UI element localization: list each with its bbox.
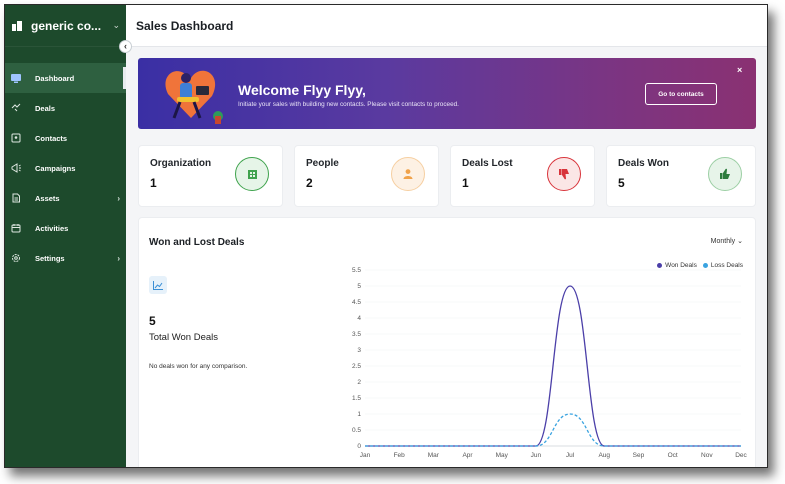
x-tick-label: Jan — [360, 452, 371, 459]
sidebar-item-label: Contacts — [35, 133, 68, 143]
x-tick-label: Sep — [633, 452, 645, 459]
x-tick-label: Jul — [566, 452, 575, 459]
sidebar-nav: Dashboard Deals Contacts Campaigns Asset… — [5, 63, 126, 273]
calendar-icon — [11, 223, 21, 233]
app-window: generic co... ⌄ Dashboard Deals Contacts… — [4, 4, 768, 468]
welcome-banner: Welcome Flyy Flyy, Initiate your sales w… — [138, 58, 756, 129]
total-won-value: 5 — [149, 314, 156, 328]
stat-label: Deals Won — [618, 158, 669, 169]
stat-value: 2 — [306, 176, 313, 190]
stat-value: 5 — [618, 176, 625, 190]
stat-card-organization[interactable]: Organization 1 — [138, 145, 283, 207]
chevron-down-icon: ⌄ — [112, 20, 120, 30]
y-tick-label: 4 — [357, 315, 361, 322]
x-tick-label: Mar — [428, 452, 440, 459]
thumbs-up-icon — [708, 157, 742, 191]
total-won-label: Total Won Deals — [149, 332, 218, 343]
gear-icon — [11, 253, 21, 263]
building-icon — [235, 157, 269, 191]
sidebar-item-activities[interactable]: Activities — [5, 213, 126, 243]
sidebar-item-deals[interactable]: Deals — [5, 93, 126, 123]
x-tick-label: May — [496, 452, 509, 459]
sidebar-item-label: Activities — [35, 223, 69, 233]
period-value: Monthly — [710, 238, 736, 245]
main-content: Welcome Flyy Flyy, Initiate your sales w… — [126, 47, 767, 467]
welcome-illustration — [158, 64, 228, 126]
panel-title: Won and Lost Deals — [149, 237, 245, 248]
y-tick-label: 0.5 — [352, 427, 361, 434]
y-tick-label: 3.5 — [352, 331, 361, 338]
sidebar-item-settings[interactable]: Settings › — [5, 243, 126, 273]
close-icon[interactable]: × — [737, 65, 742, 75]
y-tick-label: 4.5 — [352, 299, 361, 306]
welcome-subtitle: Initiate your sales with building new co… — [238, 101, 459, 108]
sidebar-item-label: Dashboard — [35, 73, 75, 83]
go-to-contacts-button[interactable]: Go to contacts — [645, 83, 717, 105]
x-tick-label: Aug — [598, 452, 610, 459]
sidebar-item-label: Settings — [35, 253, 65, 263]
workspace-name: generic co... — [31, 18, 102, 33]
document-icon — [11, 193, 21, 203]
stat-value: 1 — [150, 176, 157, 190]
stat-value: 1 — [462, 176, 469, 190]
welcome-title: Welcome Flyy Flyy, — [238, 82, 366, 98]
megaphone-icon — [11, 163, 21, 173]
y-tick-label: 5.5 — [352, 267, 361, 274]
won-lost-deals-panel: Won and Lost Deals Monthly ⌄ 5 Total Won… — [138, 217, 756, 467]
stat-card-deals-lost[interactable]: Deals Lost 1 — [450, 145, 595, 207]
workspace-logo-icon — [12, 20, 22, 31]
sidebar-item-dashboard[interactable]: Dashboard — [5, 63, 126, 93]
y-tick-label: 3 — [357, 347, 361, 354]
x-tick-label: Feb — [394, 452, 406, 459]
stat-card-deals-won[interactable]: Deals Won 5 — [606, 145, 756, 207]
won-lost-line-chart: 0 0.5 1 1.5 2 2.5 3 3.5 4 4.5 5 5.5 Jan Feb Mar Apr May J… — [352, 267, 748, 459]
y-tick-label: 5 — [357, 283, 361, 290]
chevron-down-icon: ⌄ — [737, 238, 743, 245]
sidebar-collapse-button[interactable]: ‹ — [119, 40, 132, 53]
thumbs-down-icon — [547, 157, 581, 191]
y-tick-label: 2.5 — [352, 363, 361, 370]
sidebar: generic co... ⌄ Dashboard Deals Contacts… — [5, 5, 126, 467]
handshake-icon — [11, 103, 21, 113]
sidebar-item-label: Campaigns — [35, 163, 76, 173]
sidebar-item-assets[interactable]: Assets › — [5, 183, 126, 213]
person-icon — [391, 157, 425, 191]
y-tick-label: 1 — [357, 411, 361, 418]
sidebar-item-label: Assets — [35, 193, 60, 203]
x-tick-label: Oct — [668, 452, 678, 459]
stat-label: Organization — [150, 158, 212, 169]
sidebar-item-contacts[interactable]: Contacts — [5, 123, 126, 153]
y-tick-label: 1.5 — [352, 395, 361, 402]
comparison-note: No deals won for any comparison. — [149, 363, 248, 370]
page-title: Sales Dashboard — [136, 18, 234, 33]
top-bar: Sales Dashboard — [126, 5, 767, 47]
chevron-right-icon: › — [117, 193, 120, 203]
workspace-switcher[interactable]: generic co... ⌄ — [5, 5, 126, 47]
chevron-right-icon: › — [117, 253, 120, 263]
stat-label: People — [306, 158, 339, 169]
contact-card-icon — [11, 133, 21, 143]
y-tick-label: 0 — [357, 443, 361, 450]
x-tick-label: Apr — [462, 452, 473, 459]
sidebar-item-campaigns[interactable]: Campaigns — [5, 153, 126, 183]
sidebar-item-label: Deals — [35, 103, 56, 113]
period-dropdown[interactable]: Monthly ⌄ — [711, 237, 743, 245]
x-tick-label: Jun — [531, 452, 542, 459]
x-tick-label: Dec — [735, 452, 747, 459]
y-tick-label: 2 — [357, 379, 361, 386]
x-tick-label: Nov — [701, 452, 713, 459]
stat-label: Deals Lost — [462, 158, 513, 169]
stat-card-people[interactable]: People 2 — [294, 145, 439, 207]
trend-chart-icon — [149, 276, 167, 294]
dashboard-icon — [11, 73, 21, 83]
